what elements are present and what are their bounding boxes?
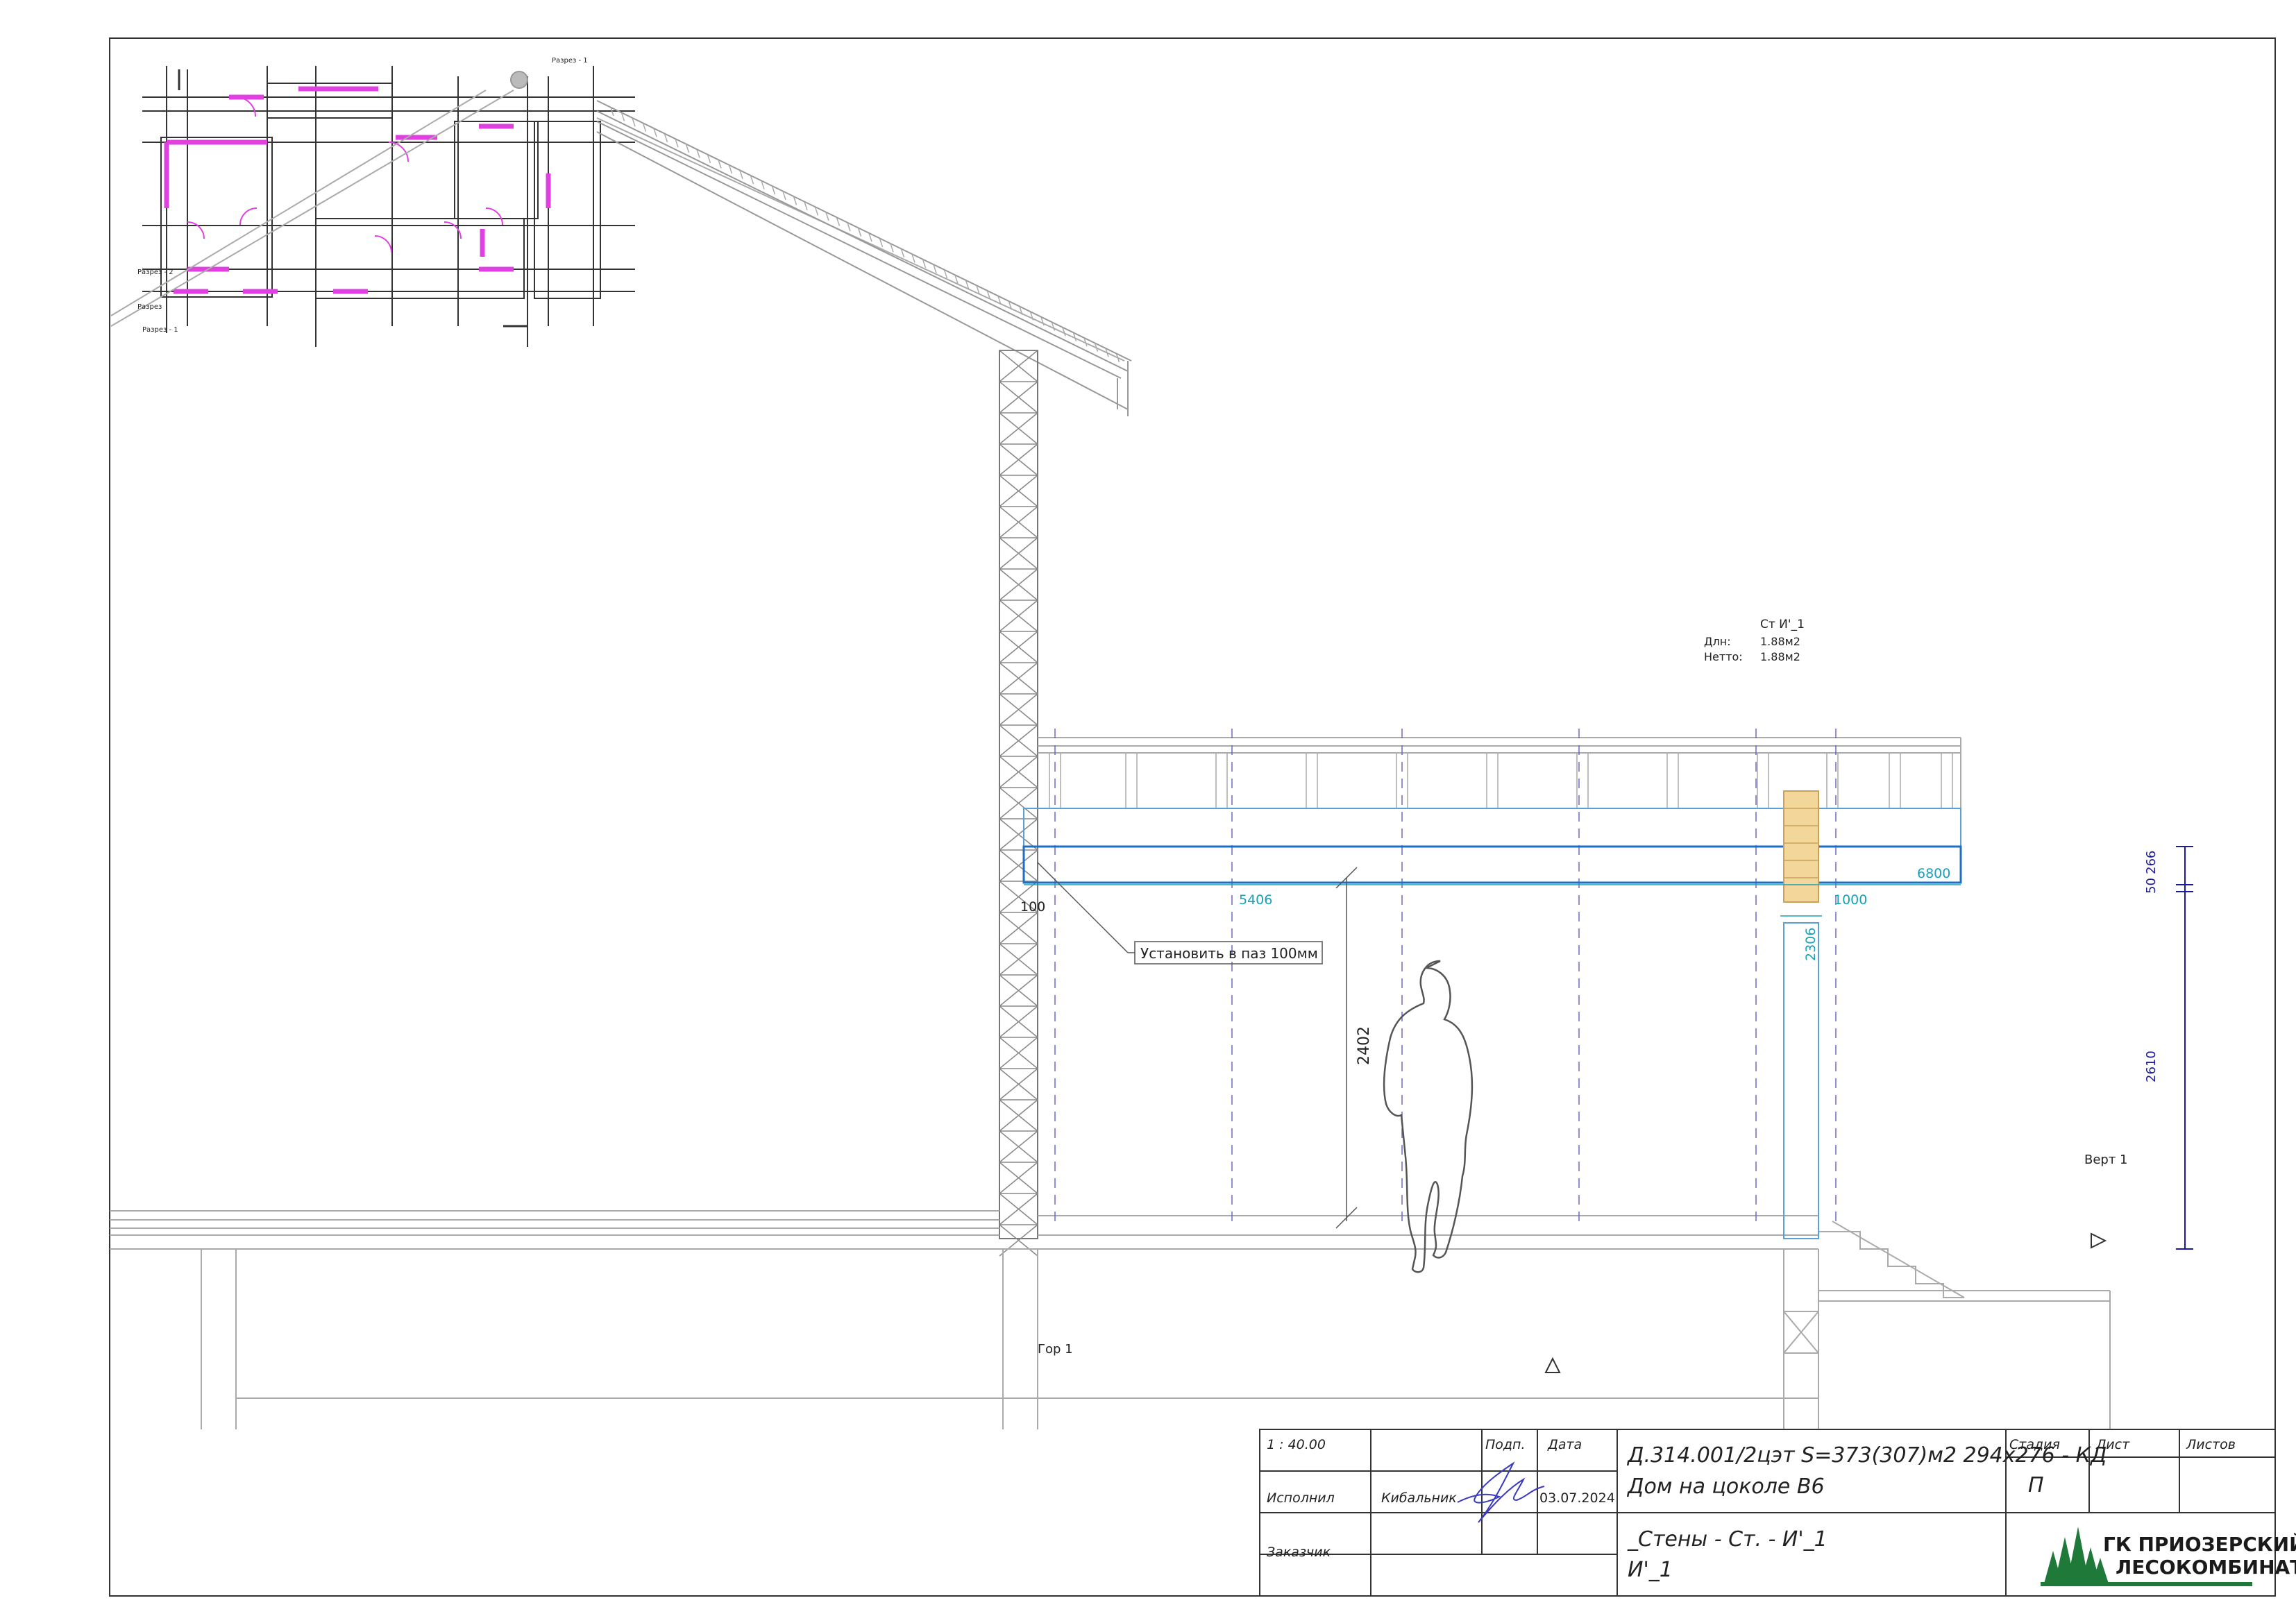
plan-cut-label-b: Разрез - 2	[137, 269, 174, 276]
joist-post	[1941, 752, 1953, 809]
joist-post	[1306, 752, 1318, 809]
plan-cut-label-a: Разрез - 1	[552, 57, 588, 65]
floor-structure	[110, 1210, 2111, 1429]
tb-date: 03.07.2024	[1539, 1490, 1615, 1506]
beam	[1022, 808, 1962, 884]
joist-axes	[1054, 729, 1837, 1221]
dim-vert-266: 266	[2144, 851, 2159, 874]
tb-col-stage: Стадия	[2009, 1437, 2060, 1452]
plan-cut-label-d: Разрез - 1	[142, 326, 178, 334]
vertical-marker-icon	[2091, 1232, 2107, 1249]
tb-stage-value: П	[2028, 1473, 2044, 1497]
tb-col-date: Дата	[1547, 1437, 1582, 1452]
joist-post	[1125, 752, 1138, 809]
tb-col-sheet: Лист	[2095, 1437, 2130, 1452]
sheet-frame	[109, 37, 2276, 1597]
wall-tag-name: Ст И'_1	[1760, 618, 1805, 631]
dim-beam-overhang: 1000	[1834, 892, 1867, 908]
dim-post-height: 2306	[1803, 928, 1818, 961]
support-post	[1783, 922, 1819, 1239]
wall-lattice	[999, 350, 1038, 1257]
dim-slot-depth: 100	[1020, 899, 1045, 915]
tb-col-sheets: Листов	[2186, 1437, 2236, 1452]
wall-tag-net-value: 1.88м2	[1760, 650, 1800, 663]
plan-cut-label-c: Разрез	[137, 303, 162, 311]
dim-beam-span: 5406	[1239, 892, 1272, 908]
wall-tag-gross-label: Длн:	[1704, 635, 1731, 648]
dim-vert-2610: 2610	[2144, 1051, 2159, 1082]
joist-post	[1666, 752, 1679, 809]
vertical-marker-label: Верт 1	[2084, 1153, 2128, 1167]
logo-line-2: ЛЕСОКОМБИНАТ	[2116, 1556, 2296, 1579]
callout-text: Установить в паз 100мм	[1140, 945, 1318, 962]
tb-sheet-title-1: _Стены - Ст. - И'_1	[1627, 1527, 1827, 1552]
tb-sheet-title-2: И'_1	[1628, 1558, 1673, 1582]
horizontal-marker-icon	[1544, 1357, 1561, 1373]
wood-post-cap	[1783, 790, 1819, 903]
joist-post	[1889, 752, 1901, 809]
joist-post	[1757, 752, 1769, 809]
tb-col-sign: Подп.	[1485, 1437, 1526, 1452]
joist-post	[1486, 752, 1499, 809]
drawing-sheet: Разрез - 1 Разрез - 2 Разрез Разрез - 1	[109, 37, 2296, 1597]
wall-tag-gross-value: 1.88м2	[1760, 635, 1800, 648]
wall-log-column	[999, 350, 1038, 1239]
stairs	[1818, 1221, 1965, 1298]
dim-clear-height: 2402	[1356, 1026, 1373, 1065]
tb-row-customer: Заказчик	[1267, 1545, 1331, 1560]
logo-line-1: ГК ПРИОЗЕРСКИЙ	[2103, 1532, 2296, 1556]
signature	[1457, 1461, 1545, 1523]
dim-beam-total: 6800	[1917, 866, 1950, 881]
tb-row-performer: Исполнил	[1267, 1490, 1335, 1506]
dim-vert-50: 50	[2144, 878, 2159, 894]
joist-post	[1215, 752, 1228, 809]
horizontal-marker-label: Гор 1	[1038, 1342, 1073, 1357]
wall-tag-net-label: Нетто:	[1704, 650, 1743, 663]
tb-scale: 1 : 40.00	[1267, 1437, 1326, 1452]
roof	[596, 100, 1132, 416]
tb-project-name: Дом на цоколе В6	[1626, 1475, 1825, 1499]
vertical-dim-chain	[2176, 846, 2193, 1250]
roof-battens	[610, 107, 1120, 363]
tb-performer-name: Кибальник	[1381, 1490, 1457, 1506]
human-scale-figure	[1383, 960, 1474, 1273]
clear-height-dim	[1335, 867, 1358, 1229]
ceiling-joists	[1038, 737, 1961, 809]
